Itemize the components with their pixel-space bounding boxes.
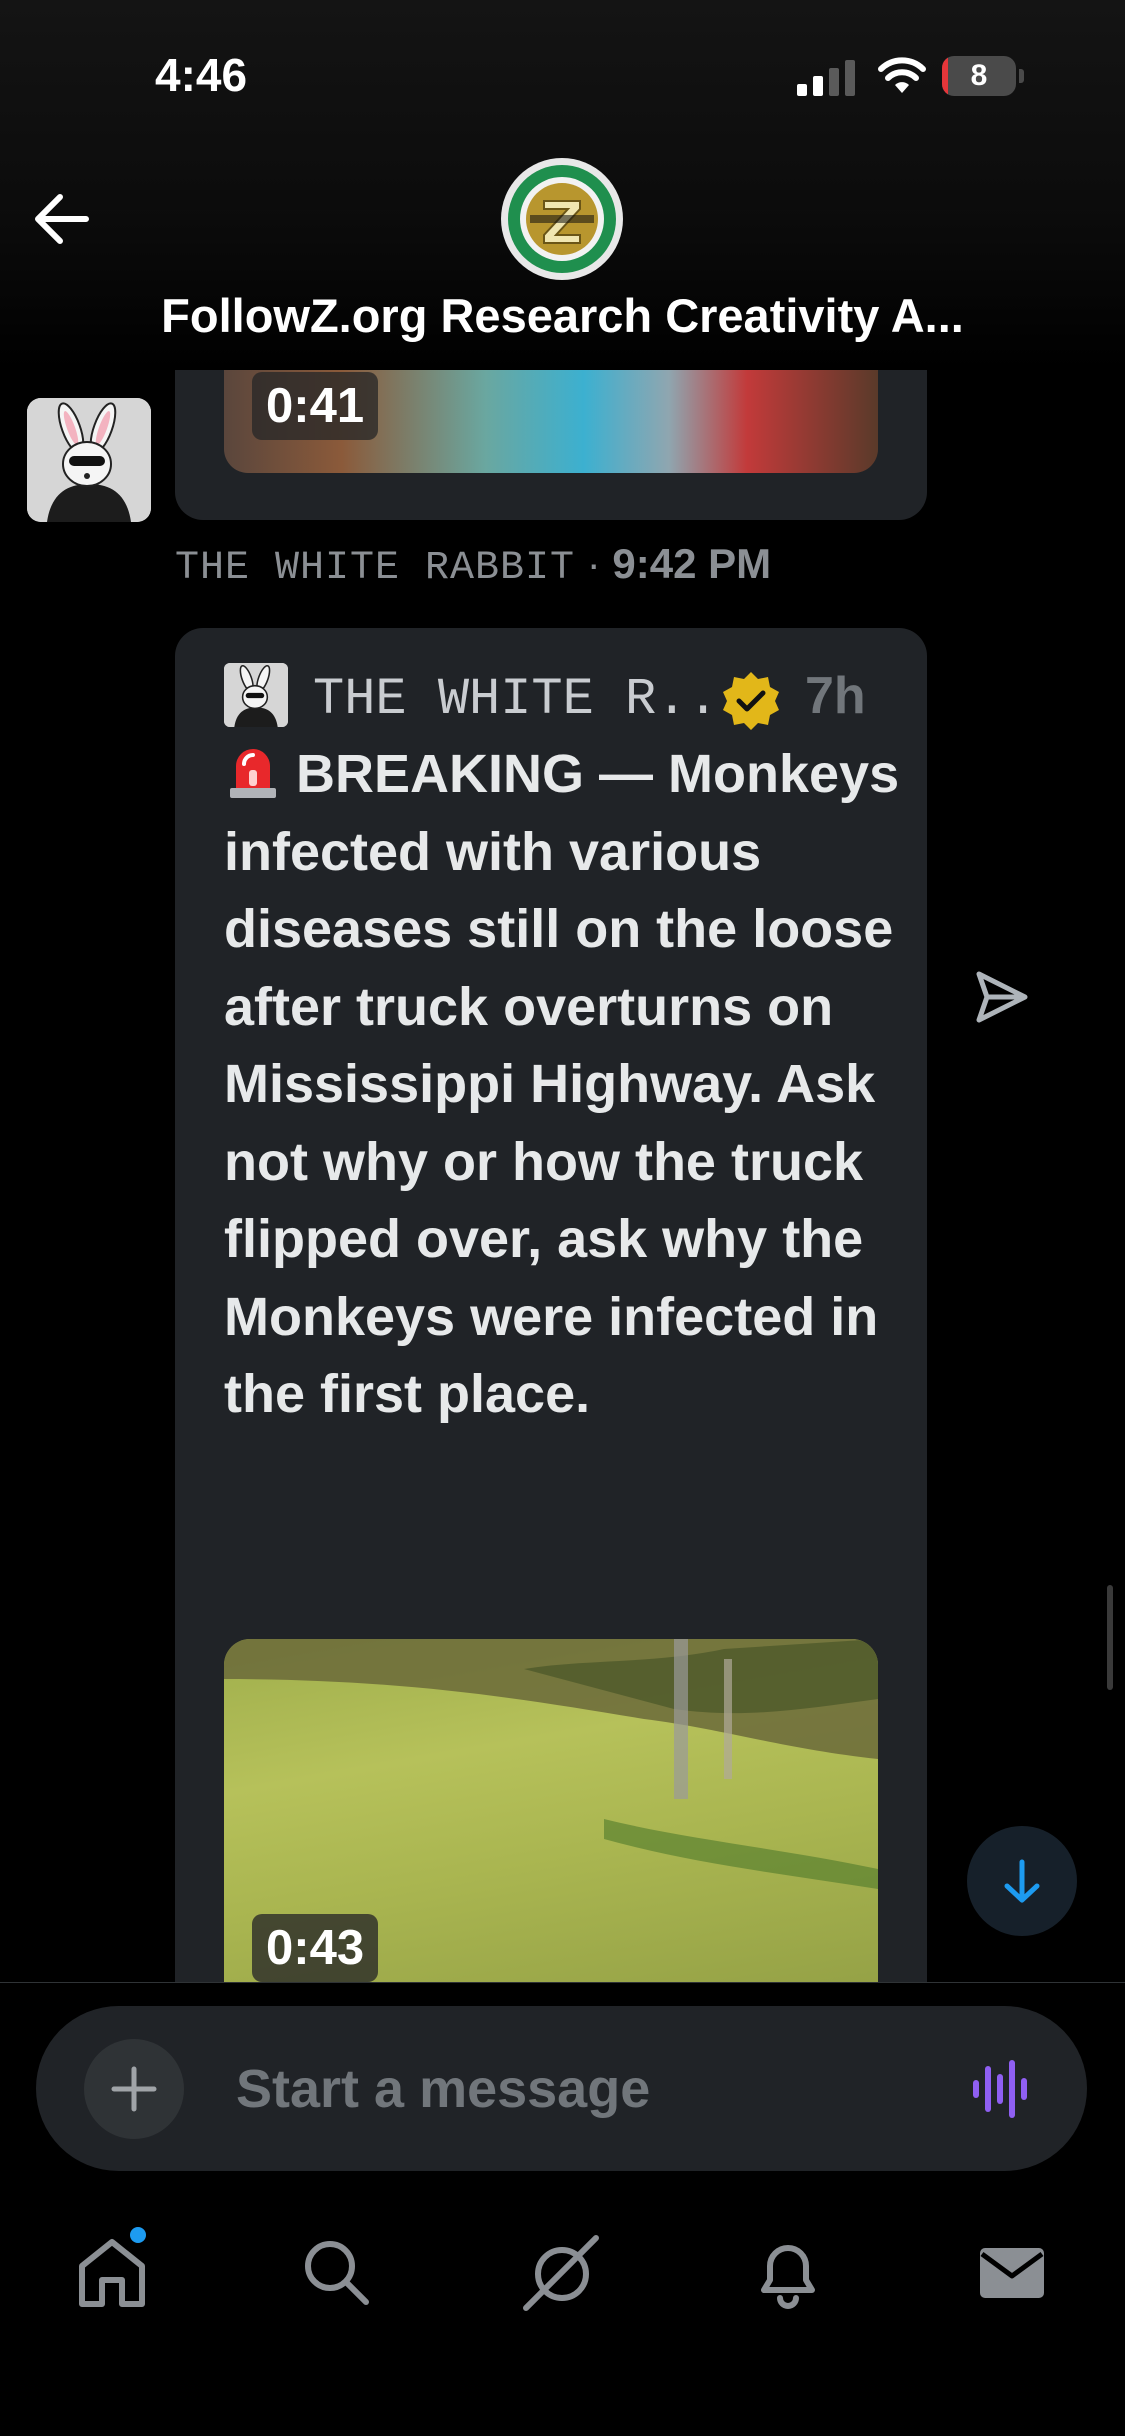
quoted-author-name: THE WHITE R... xyxy=(313,670,750,729)
group-logo-z-icon xyxy=(501,158,623,280)
video-duration: 0:43 xyxy=(252,1914,379,1982)
message-meta: THE WHITE RABBIT · 9:42 PM xyxy=(175,540,771,591)
home-notification-dot xyxy=(130,2227,146,2243)
bell-icon xyxy=(761,2245,815,2309)
tab-notifications[interactable] xyxy=(748,2232,828,2312)
tab-home[interactable] xyxy=(72,2232,152,2312)
arrow-left-icon xyxy=(35,194,89,244)
post-age: 7h xyxy=(805,667,866,725)
scroll-to-bottom-button[interactable] xyxy=(967,1826,1077,1936)
status-time: 4:46 xyxy=(155,49,248,101)
send-share-icon xyxy=(976,971,1028,1023)
home-icon xyxy=(79,2239,145,2307)
video-thumbnail[interactable]: 0:43 xyxy=(224,1639,878,1982)
add-attachment-button[interactable] xyxy=(84,2039,184,2139)
tab-grok[interactable] xyxy=(522,2232,602,2312)
rabbit-avatar-icon xyxy=(27,398,151,522)
tab-search[interactable] xyxy=(296,2232,376,2312)
scrollbar-thumb[interactable] xyxy=(1107,1585,1113,1690)
video-thumbnail[interactable]: 0:41 xyxy=(224,370,878,473)
cellular-signal-icon xyxy=(797,60,855,96)
sender-avatar[interactable] xyxy=(27,398,151,522)
message-composer xyxy=(36,2006,1087,2171)
quoted-author-avatar xyxy=(224,663,288,727)
meta-separator: · xyxy=(586,540,601,587)
plus-icon xyxy=(111,2066,157,2112)
video-duration: 0:41 xyxy=(252,372,379,440)
mail-icon xyxy=(980,2248,1044,2298)
bottom-tab-bar xyxy=(0,2182,1125,2436)
gold-verified-badge-icon xyxy=(723,672,779,730)
composer-area xyxy=(0,1982,1125,2183)
share-button[interactable] xyxy=(975,970,1029,1024)
police-siren-emoji-icon xyxy=(230,749,276,798)
search-icon xyxy=(305,2241,369,2305)
message-input[interactable] xyxy=(234,2046,938,2132)
sent-time: 9:42 PM xyxy=(612,540,772,587)
grok-icon xyxy=(523,2235,599,2311)
tab-messages[interactable] xyxy=(972,2232,1052,2312)
rabbit-avatar-icon xyxy=(224,663,288,727)
back-button[interactable] xyxy=(30,190,94,248)
arrow-down-icon xyxy=(1004,1859,1040,1903)
shared-post-bubble[interactable]: THE WHITE R... 7h BREAKING — Monkeys inf… xyxy=(175,628,927,1982)
conversation-title[interactable]: FollowZ.org Research Creativity A... xyxy=(0,288,1125,343)
wifi-icon xyxy=(878,57,926,93)
battery-indicator: 8 xyxy=(942,56,1024,96)
post-text-body: BREAKING — Monkeys infected with various… xyxy=(224,744,900,1424)
status-bar: 4:46 8 xyxy=(0,0,1125,150)
voice-message-button[interactable] xyxy=(971,2058,1035,2120)
group-avatar[interactable] xyxy=(500,157,624,281)
previous-message-bubble[interactable]: 0:41 xyxy=(175,370,927,520)
post-text: BREAKING — Monkeys infected with various… xyxy=(224,736,904,1434)
sender-name: THE WHITE RABBIT xyxy=(175,546,576,591)
battery-level: 8 xyxy=(970,59,988,92)
voice-wave-icon xyxy=(973,2060,1027,2118)
message-list[interactable]: 0:41 THE WHITE RABBIT · 9:42 PM THE WHIT… xyxy=(0,370,1125,1982)
